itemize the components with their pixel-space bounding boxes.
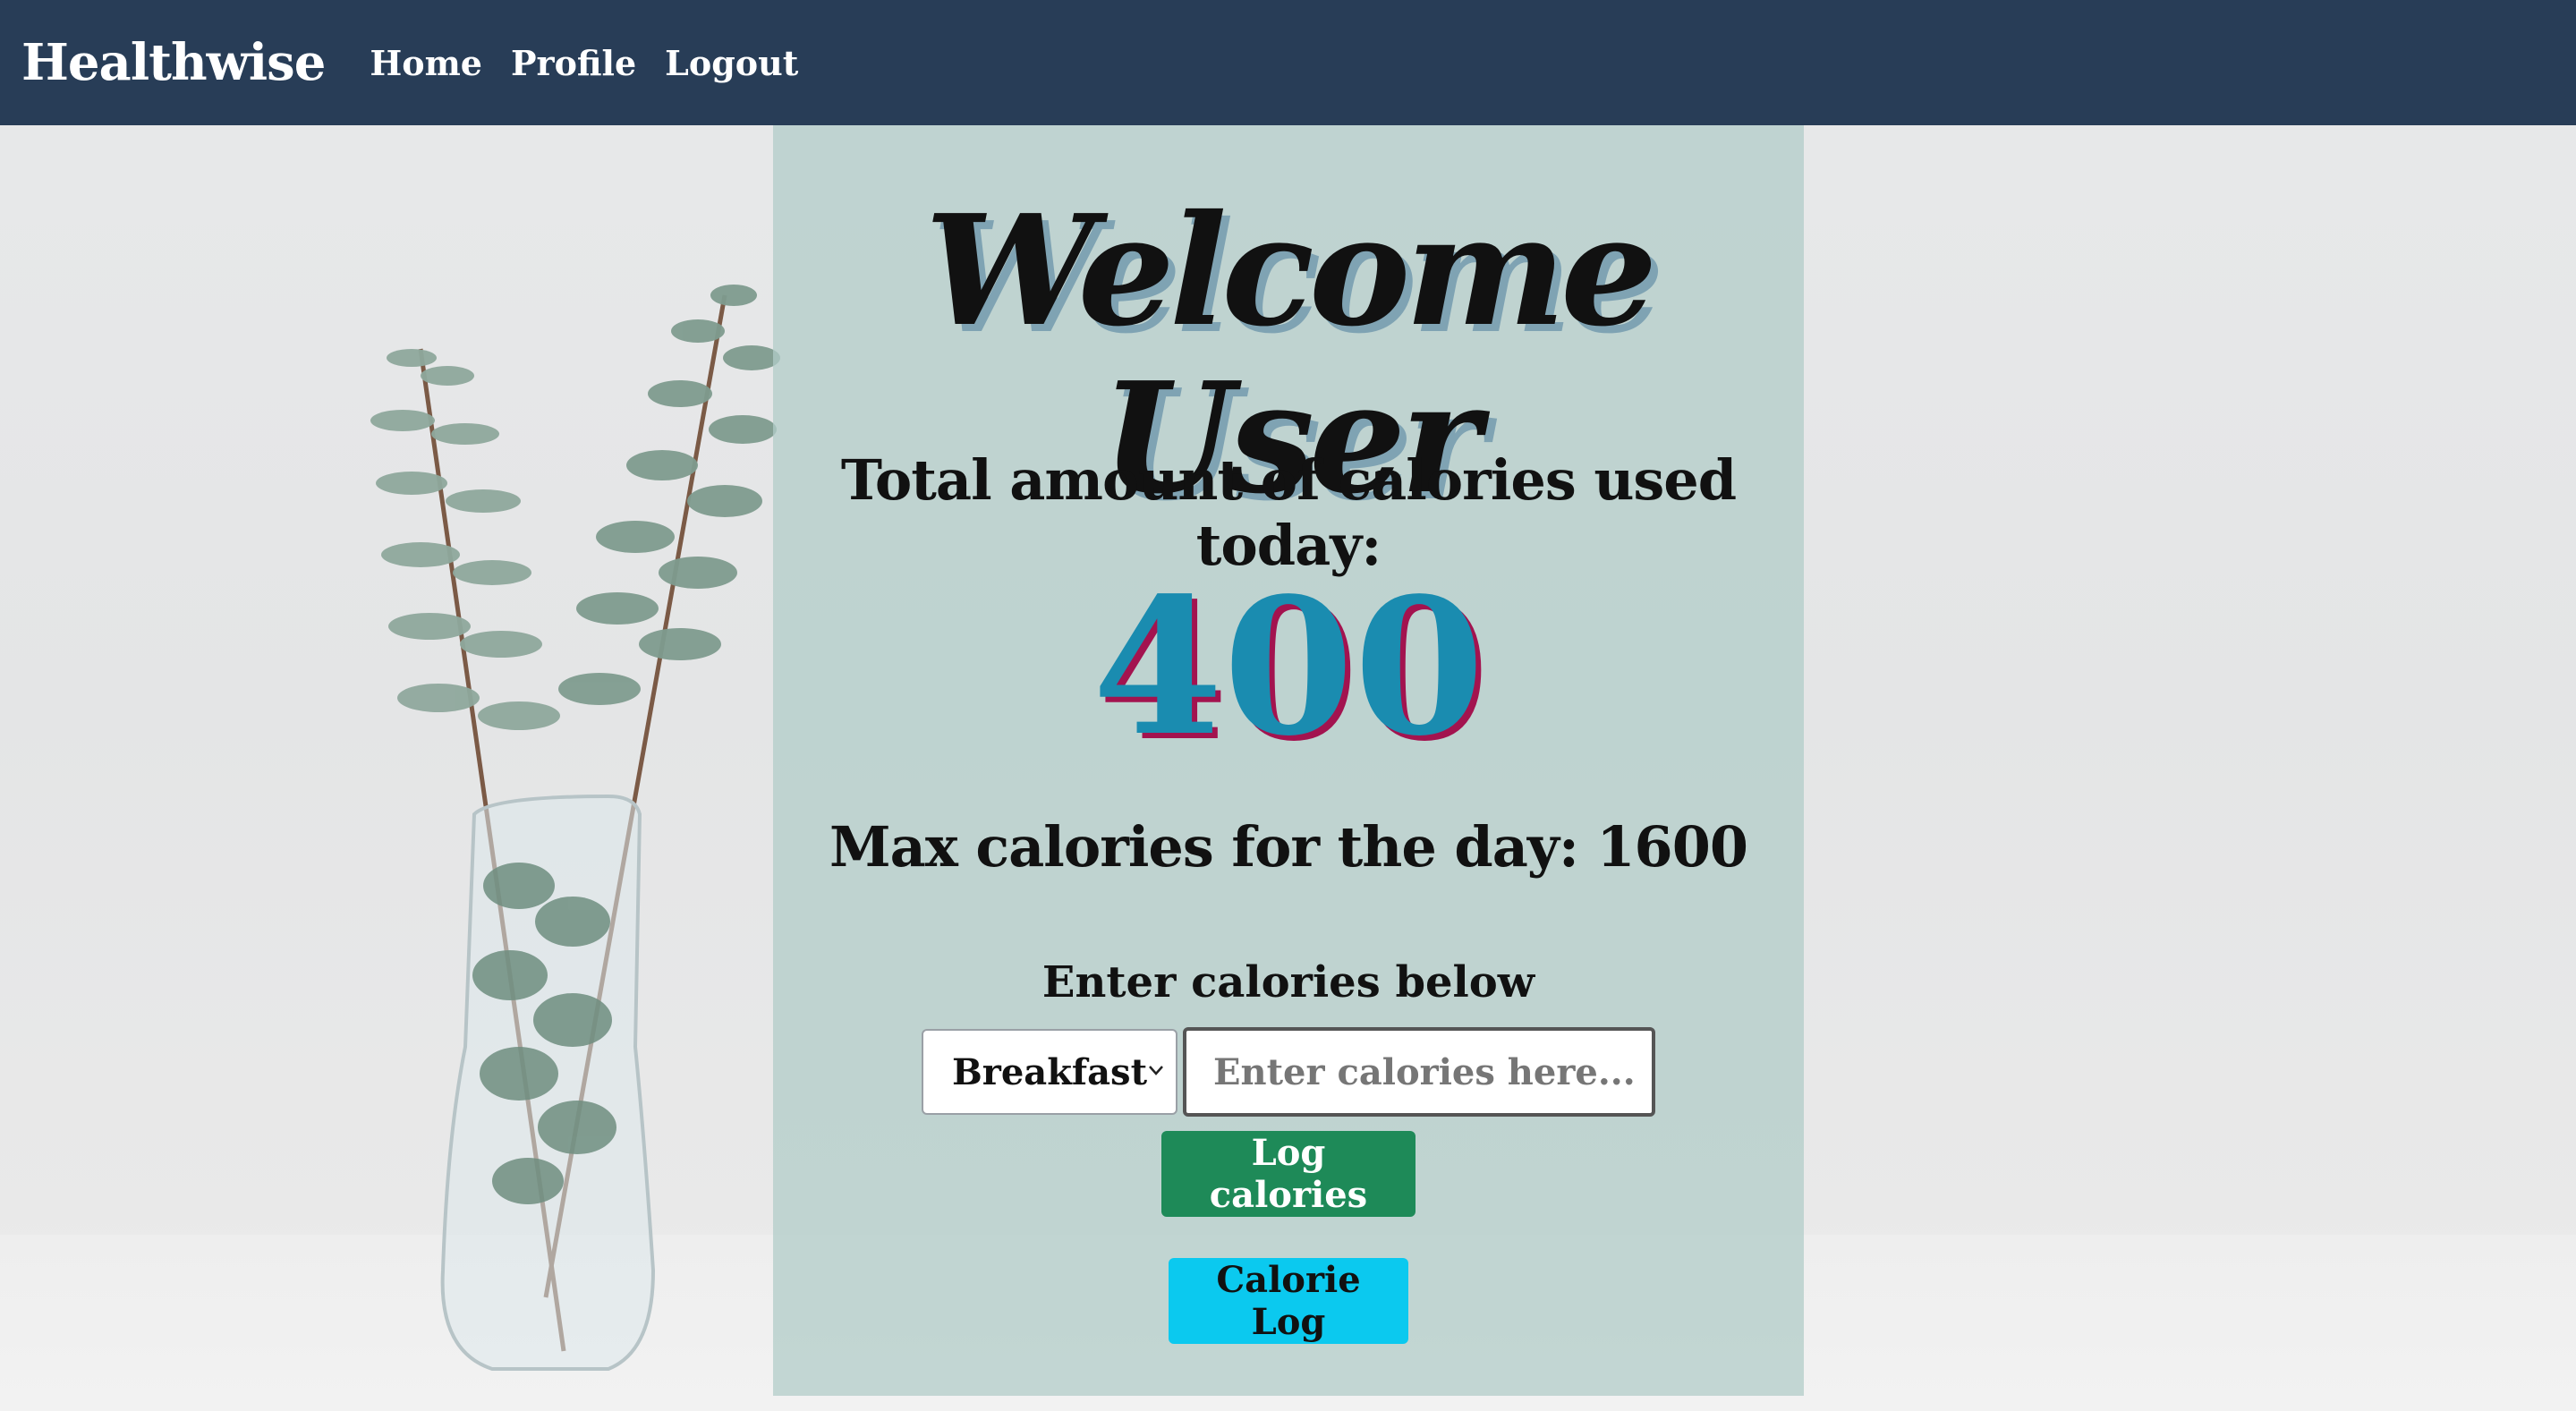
- main-panel: Welcome User Total amount of calories us…: [773, 125, 1804, 1396]
- chevron-down-icon: [1149, 1066, 1163, 1075]
- calorie-log-button[interactable]: Calorie Log: [1169, 1258, 1408, 1344]
- log-calories-button[interactable]: Log calories: [1161, 1131, 1416, 1217]
- calorie-amount-input[interactable]: [1183, 1027, 1655, 1117]
- enter-calories-label: Enter calories below: [1041, 957, 1535, 1007]
- nav-link-home[interactable]: Home: [370, 43, 482, 83]
- calories-used-value: 400: [1092, 557, 1485, 778]
- nav-link-profile[interactable]: Profile: [511, 43, 636, 83]
- nav-link-logout[interactable]: Logout: [665, 43, 798, 83]
- top-navbar: Healthwise Home Profile Logout: [0, 0, 2576, 125]
- meal-type-selected-value: Breakfast: [951, 1050, 1148, 1093]
- meal-type-select[interactable]: Breakfast: [922, 1029, 1177, 1115]
- brand-logo-link[interactable]: Healthwise: [21, 33, 326, 92]
- max-calories-label: Max calories for the day: 1600: [829, 814, 1748, 880]
